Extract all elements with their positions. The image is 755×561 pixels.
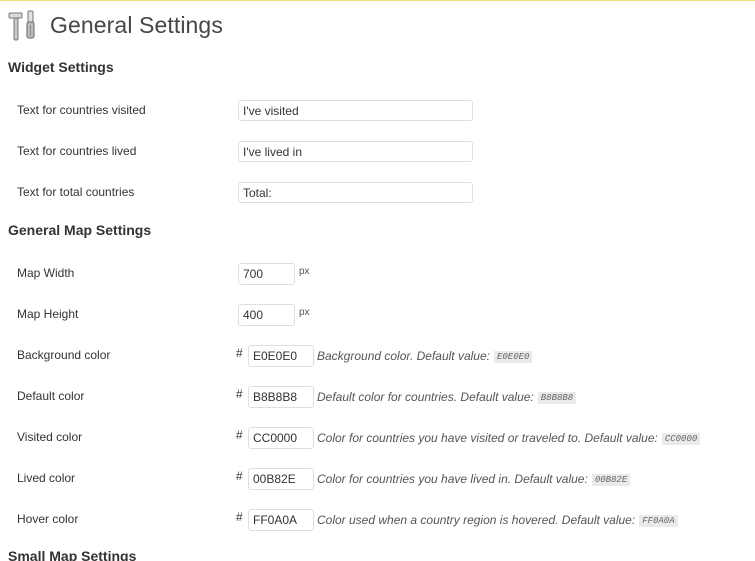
background-color-description-text: Background color. Default value: bbox=[317, 349, 490, 363]
default-color-description-text: Default color for countries. Default val… bbox=[317, 390, 534, 404]
map-width-input[interactable] bbox=[238, 263, 295, 285]
map-width-unit: px bbox=[299, 266, 310, 277]
settings-page: General Settings Widget Settings Text fo… bbox=[0, 0, 755, 561]
tools-icon bbox=[8, 10, 35, 41]
map-width-label: Map Width bbox=[17, 266, 75, 280]
visited-color-hash: # bbox=[236, 428, 243, 442]
background-color-label: Background color bbox=[17, 348, 111, 362]
top-border bbox=[0, 0, 755, 1]
visited-color-label: Visited color bbox=[17, 430, 83, 444]
countries-lived-input[interactable] bbox=[238, 141, 473, 162]
map-height-input[interactable] bbox=[238, 304, 295, 326]
total-countries-input[interactable] bbox=[238, 182, 473, 203]
visited-color-default: CC0000 bbox=[661, 433, 701, 445]
default-color-default: B8B8B8 bbox=[537, 392, 577, 404]
small-map-settings-heading: Small Map Settings bbox=[8, 548, 137, 561]
background-color-default: E0E0E0 bbox=[494, 351, 533, 363]
background-color-input[interactable] bbox=[248, 345, 314, 367]
countries-visited-input[interactable] bbox=[238, 100, 473, 121]
default-color-hash: # bbox=[236, 387, 243, 401]
lived-color-hash: # bbox=[236, 469, 243, 483]
hover-color-description-text: Color used when a country region is hove… bbox=[317, 513, 636, 527]
countries-lived-label: Text for countries lived bbox=[17, 144, 137, 158]
visited-color-description-text: Color for countries you have visited or … bbox=[317, 431, 658, 445]
hover-color-input[interactable] bbox=[248, 509, 314, 531]
background-color-description: Background color. Default value: E0E0E0 bbox=[317, 349, 533, 363]
background-color-hash: # bbox=[236, 346, 243, 360]
lived-color-input[interactable] bbox=[248, 468, 314, 490]
general-map-settings-heading: General Map Settings bbox=[8, 222, 152, 238]
map-height-label: Map Height bbox=[17, 307, 79, 321]
default-color-input[interactable] bbox=[248, 386, 314, 408]
visited-color-input[interactable] bbox=[248, 427, 314, 449]
default-color-description: Default color for countries. Default val… bbox=[317, 390, 577, 404]
page-title: General Settings bbox=[50, 11, 223, 38]
hover-color-description: Color used when a country region is hove… bbox=[317, 513, 678, 527]
total-countries-label: Text for total countries bbox=[17, 185, 135, 199]
widget-settings-heading: Widget Settings bbox=[8, 59, 114, 75]
lived-color-description-text: Color for countries you have lived in. D… bbox=[317, 472, 588, 486]
lived-color-label: Lived color bbox=[17, 471, 76, 485]
map-height-unit: px bbox=[299, 307, 310, 318]
hover-color-default: FF0A0A bbox=[639, 515, 678, 527]
hover-color-label: Hover color bbox=[17, 512, 79, 526]
default-color-label: Default color bbox=[17, 389, 85, 403]
hover-color-hash: # bbox=[236, 510, 243, 524]
lived-color-default: 00B82E bbox=[591, 474, 631, 486]
title-row: General Settings bbox=[6, 7, 223, 43]
lived-color-description: Color for countries you have lived in. D… bbox=[317, 472, 631, 486]
visited-color-description: Color for countries you have visited or … bbox=[317, 431, 701, 445]
countries-visited-label: Text for countries visited bbox=[17, 103, 146, 117]
